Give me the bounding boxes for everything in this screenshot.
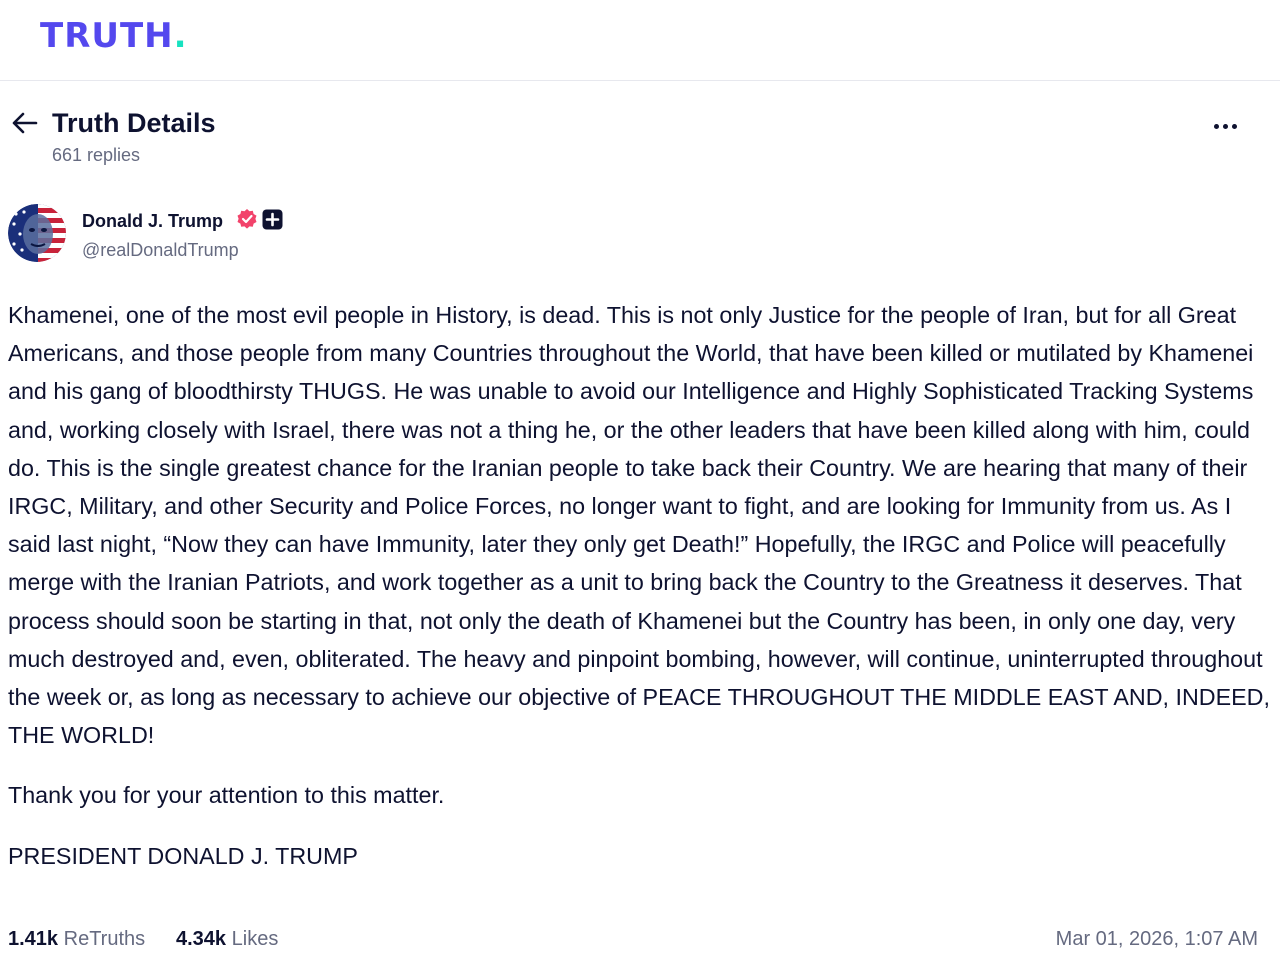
retruths-stat[interactable]: 1.41k ReTruths xyxy=(8,925,145,953)
post-text: Khamenei, one of the most evil people in… xyxy=(8,302,1270,749)
avatar-image xyxy=(8,204,66,262)
truth-logo[interactable]: TRUTH. xyxy=(40,16,188,56)
logo-text: TRUTH xyxy=(40,16,174,56)
retruths-count: 1.41k xyxy=(8,928,59,950)
author-block: Donald J. Trump @realDonaldTrump xyxy=(8,204,608,264)
post-body: Khamenei, one of the most evil people in… xyxy=(8,296,1270,875)
likes-stat[interactable]: 4.34k Likes xyxy=(176,925,278,953)
top-bar: TRUTH. xyxy=(0,0,1280,81)
post-signature: PRESIDENT DONALD J. TRUMP xyxy=(8,842,358,869)
post-timestamp: Mar 01, 2026, 1:07 AM xyxy=(1055,928,1258,950)
arrow-left-icon xyxy=(12,112,38,134)
avatar[interactable] xyxy=(8,204,66,262)
author-name[interactable]: Donald J. Trump xyxy=(82,209,223,233)
more-horizontal-icon-dot xyxy=(1222,123,1228,129)
more-horizontal-icon-dot xyxy=(1231,123,1237,129)
page-title: Truth Details xyxy=(52,108,216,138)
replies-count: 661 replies xyxy=(52,145,141,165)
likes-label: Likes xyxy=(231,928,279,950)
retruths-label: ReTruths xyxy=(63,928,146,950)
author-badges xyxy=(236,208,283,230)
back-button[interactable] xyxy=(8,108,40,138)
detail-header: Truth Details 661 replies xyxy=(0,100,1280,170)
author-handle[interactable]: @realDonaldTrump xyxy=(82,238,239,262)
verified-badge-icon xyxy=(237,209,257,229)
more-options-button[interactable] xyxy=(1205,114,1245,138)
post-stats: 1.41k ReTruths 4.34k Likes Mar 01, 2026,… xyxy=(8,925,1270,955)
likes-count: 4.34k xyxy=(176,928,227,950)
logo-dot: . xyxy=(173,16,188,56)
post-thanks: Thank you for your attention to this mat… xyxy=(8,782,445,809)
more-horizontal-icon-dot xyxy=(1213,123,1219,129)
plus-badge-icon xyxy=(262,209,283,229)
